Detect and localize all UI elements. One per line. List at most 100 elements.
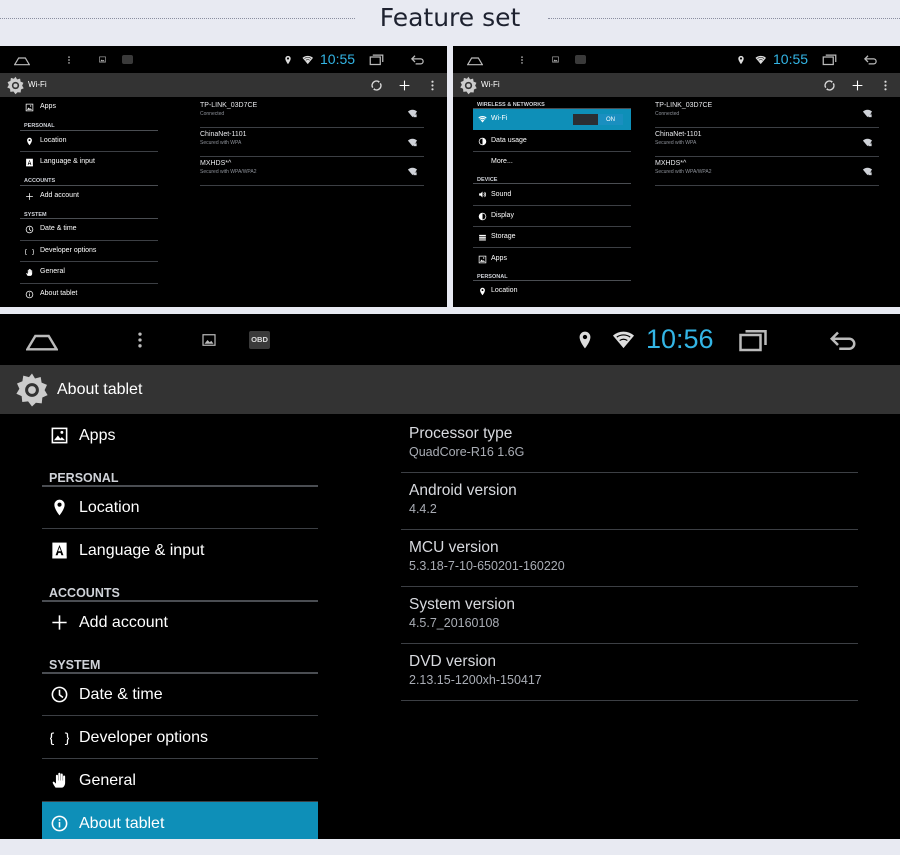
sidebar-item-apps[interactable]: Apps (42, 414, 318, 457)
action-bar-title: Wi-Fi (28, 80, 47, 90)
wifi-network-row[interactable]: MXHDS*^ Secured with WPA/WPA2 (200, 157, 424, 186)
sidebar-item-language-input[interactable]: Language & input (42, 529, 318, 572)
sidebar-item-more[interactable]: More... (473, 152, 631, 173)
about-info-value: 4.4.2 (409, 502, 437, 517)
language-icon (25, 158, 34, 167)
gallery-icon[interactable] (98, 55, 107, 64)
sidebar-item-location[interactable]: Location (42, 486, 318, 529)
sidebar-item-about-tablet[interactable]: About tablet (42, 802, 318, 839)
obd-icon[interactable]: OBD (249, 330, 270, 349)
sidebar-item-label: General (79, 771, 136, 789)
gallery-icon[interactable] (551, 55, 560, 64)
wifi-network-row[interactable]: TP-LINK_03D7CE Connected (655, 99, 879, 128)
gallery-icon[interactable] (200, 331, 218, 349)
action-bar: Wi-Fi (453, 73, 900, 97)
info-icon (50, 814, 69, 833)
sidebar-item-wi-fi[interactable]: Wi-Fi ON (473, 109, 631, 131)
sidebar-item-data-usage[interactable]: Data usage (473, 130, 631, 151)
sidebar-item-apps[interactable]: Apps (20, 97, 158, 119)
wifi-network-row[interactable]: MXHDS*^ Secured with WPA/WPA2 (655, 157, 879, 186)
add-icon[interactable] (851, 79, 864, 92)
wps-icon[interactable] (370, 79, 383, 92)
data-usage-icon (478, 137, 487, 146)
overflow-icon[interactable] (426, 79, 439, 92)
sidebar-item-label: Wi-Fi (491, 115, 508, 123)
sidebar-item-add-account[interactable]: Add account (20, 186, 158, 208)
sidebar-item-label: Storage (491, 233, 516, 241)
recents-icon[interactable] (369, 52, 384, 67)
signal-lock-icon (407, 108, 418, 119)
menu-dots-icon[interactable] (517, 55, 527, 65)
sidebar-item-label: Add account (40, 191, 79, 199)
about-info-row: System version 4.5.7_20160108 (401, 587, 858, 644)
action-bar-title: About tablet (57, 380, 143, 398)
about-info-title: MCU version (409, 539, 499, 556)
home-icon[interactable] (26, 324, 58, 356)
about-info-value: 5.3.18-7-10-650201-160220 (409, 559, 565, 574)
signal-lock-icon (862, 166, 873, 177)
sidebar-item-developer-options[interactable]: { } Developer options (20, 241, 158, 263)
menu-dots-icon[interactable] (64, 55, 74, 65)
wps-icon[interactable] (823, 79, 836, 92)
sidebar-item-general[interactable]: General (20, 262, 158, 284)
sidebar-item-general[interactable]: General (42, 759, 318, 802)
status-bar: 10:55 (453, 46, 900, 73)
home-icon[interactable] (467, 52, 483, 68)
status-clock: 10:56 (646, 323, 714, 354)
wifi-network-row[interactable]: ChinaNet-1101 Secured with WPA (200, 128, 424, 157)
network-divider (655, 185, 879, 186)
sidebar-item-add-account[interactable]: Add account (42, 601, 318, 644)
sidebar-item-display[interactable]: Display (473, 206, 631, 227)
hand-icon (50, 771, 69, 790)
sidebar-item-location[interactable]: Location (473, 281, 631, 302)
menu-dots-icon[interactable] (130, 330, 150, 350)
apps-icon (478, 255, 487, 264)
sidebar-item-date-time[interactable]: Date & time (42, 673, 318, 716)
sidebar-item-label: Display (491, 211, 514, 219)
obd-icon[interactable] (575, 55, 586, 64)
recents-icon[interactable] (822, 52, 837, 67)
gear-icon[interactable] (14, 372, 50, 408)
svg-text:{ }: { } (50, 731, 69, 746)
apps-icon (25, 103, 34, 112)
recents-icon[interactable] (738, 325, 768, 355)
home-icon[interactable] (14, 52, 30, 68)
sidebar-item-developer-options[interactable]: { } Developer options (42, 716, 318, 759)
location-icon (478, 287, 487, 296)
wifi-network-ssid: TP-LINK_03D7CE (655, 102, 713, 109)
back-icon[interactable] (863, 52, 878, 67)
add-icon[interactable] (398, 79, 411, 92)
about-info-value: 2.13.15-1200xh-150417 (409, 673, 542, 688)
sidebar-item-date-time[interactable]: Date & time (20, 219, 158, 241)
wifi-toggle-switch[interactable]: ON (573, 114, 623, 126)
sidebar-item-label: Developer options (79, 728, 208, 746)
sidebar-item-sound[interactable]: Sound (473, 184, 631, 205)
page-title: Feature set (379, 3, 521, 32)
sidebar-item-label: Location (491, 287, 518, 295)
wifi-network-row[interactable]: ChinaNet-1101 Secured with WPA (655, 128, 879, 157)
sidebar-item-location[interactable]: Location (20, 131, 158, 153)
sidebar-item-label: Location (40, 136, 67, 144)
action-bar: About tablet (0, 365, 900, 414)
sidebar-item-label: Data usage (491, 136, 527, 144)
gear-icon[interactable] (6, 76, 25, 95)
back-icon[interactable] (410, 52, 425, 67)
wifi-network-row[interactable]: TP-LINK_03D7CE Connected (200, 99, 424, 128)
back-icon[interactable] (828, 325, 858, 355)
sidebar-item-storage[interactable]: Storage (473, 227, 631, 248)
sidebar-item-about-tablet[interactable]: About tablet (20, 284, 158, 306)
gear-icon[interactable] (459, 76, 478, 95)
sidebar-item-language-input[interactable]: Language & input (20, 152, 158, 174)
status-wifi-icon (612, 328, 635, 351)
location-icon (50, 498, 69, 517)
apps-icon (50, 426, 69, 445)
overflow-icon[interactable] (879, 79, 892, 92)
wifi-network-ssid: MXHDS*^ (655, 160, 687, 167)
sidebar-category-header: SYSTEM (49, 657, 101, 672)
wifi-network-status: Connected (200, 110, 225, 117)
status-wifi-icon (302, 54, 314, 66)
sidebar-item-label: Date & time (79, 685, 163, 703)
toggle-thumb-on: ON (598, 114, 623, 126)
obd-icon[interactable] (122, 55, 133, 64)
sidebar-item-apps[interactable]: Apps (473, 248, 631, 269)
